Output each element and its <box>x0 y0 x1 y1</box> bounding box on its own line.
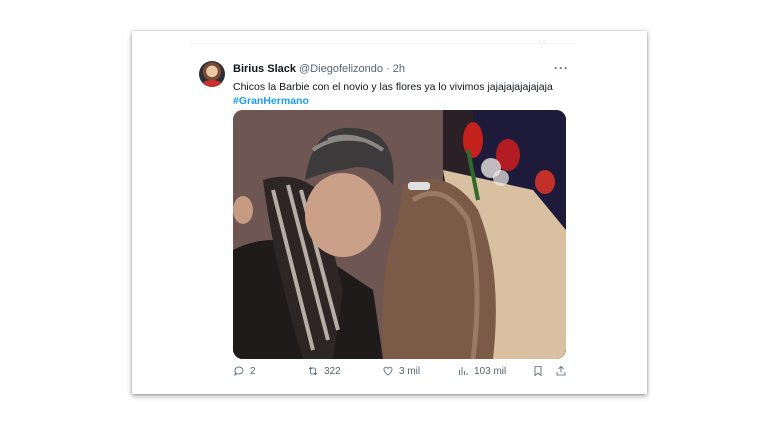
bookmark-button[interactable] <box>532 365 544 377</box>
like-button[interactable]: 3 mil <box>382 365 420 377</box>
share-icon <box>556 365 566 376</box>
tweet-card: ·· Birius Slack @Diegofelizondo · 2h ···… <box>132 31 647 394</box>
share-button[interactable] <box>555 365 567 377</box>
retweet-button[interactable]: 322 <box>307 365 341 377</box>
reply-button[interactable]: 2 <box>233 365 256 377</box>
views-icon <box>459 367 468 375</box>
like-count: 3 mil <box>399 365 421 377</box>
top-divider <box>188 43 577 44</box>
retweet-icon <box>308 366 318 376</box>
faded-more-icon: ·· <box>537 35 547 47</box>
reply-icon <box>234 366 244 377</box>
tweet-image[interactable] <box>233 110 566 359</box>
more-icon[interactable]: ··· <box>554 61 569 75</box>
author-handle[interactable]: @Diegofelizondo <box>299 63 383 75</box>
avatar[interactable] <box>199 61 225 87</box>
tweet-header: Birius Slack @Diegofelizondo · 2h <box>233 63 405 75</box>
retweet-count: 322 <box>324 365 341 377</box>
tweet-text-block: Chicos la Barbie con el novio y las flor… <box>233 80 553 108</box>
author-name[interactable]: Birius Slack <box>233 63 296 75</box>
heart-icon <box>383 366 393 376</box>
time-separator: · <box>386 63 390 75</box>
tweet-text: Chicos la Barbie con el novio y las flor… <box>233 81 553 93</box>
hashtag-link[interactable]: #GranHermano <box>233 94 553 108</box>
tweet-actions: 2 322 3 mil 103 mil <box>233 365 568 381</box>
tweet-time[interactable]: 2h <box>393 63 405 75</box>
reply-count: 2 <box>250 365 256 377</box>
views-button[interactable]: 103 mil <box>457 365 506 377</box>
bookmark-icon <box>534 366 542 377</box>
views-count: 103 mil <box>474 365 507 377</box>
photo-illustration <box>233 110 566 359</box>
